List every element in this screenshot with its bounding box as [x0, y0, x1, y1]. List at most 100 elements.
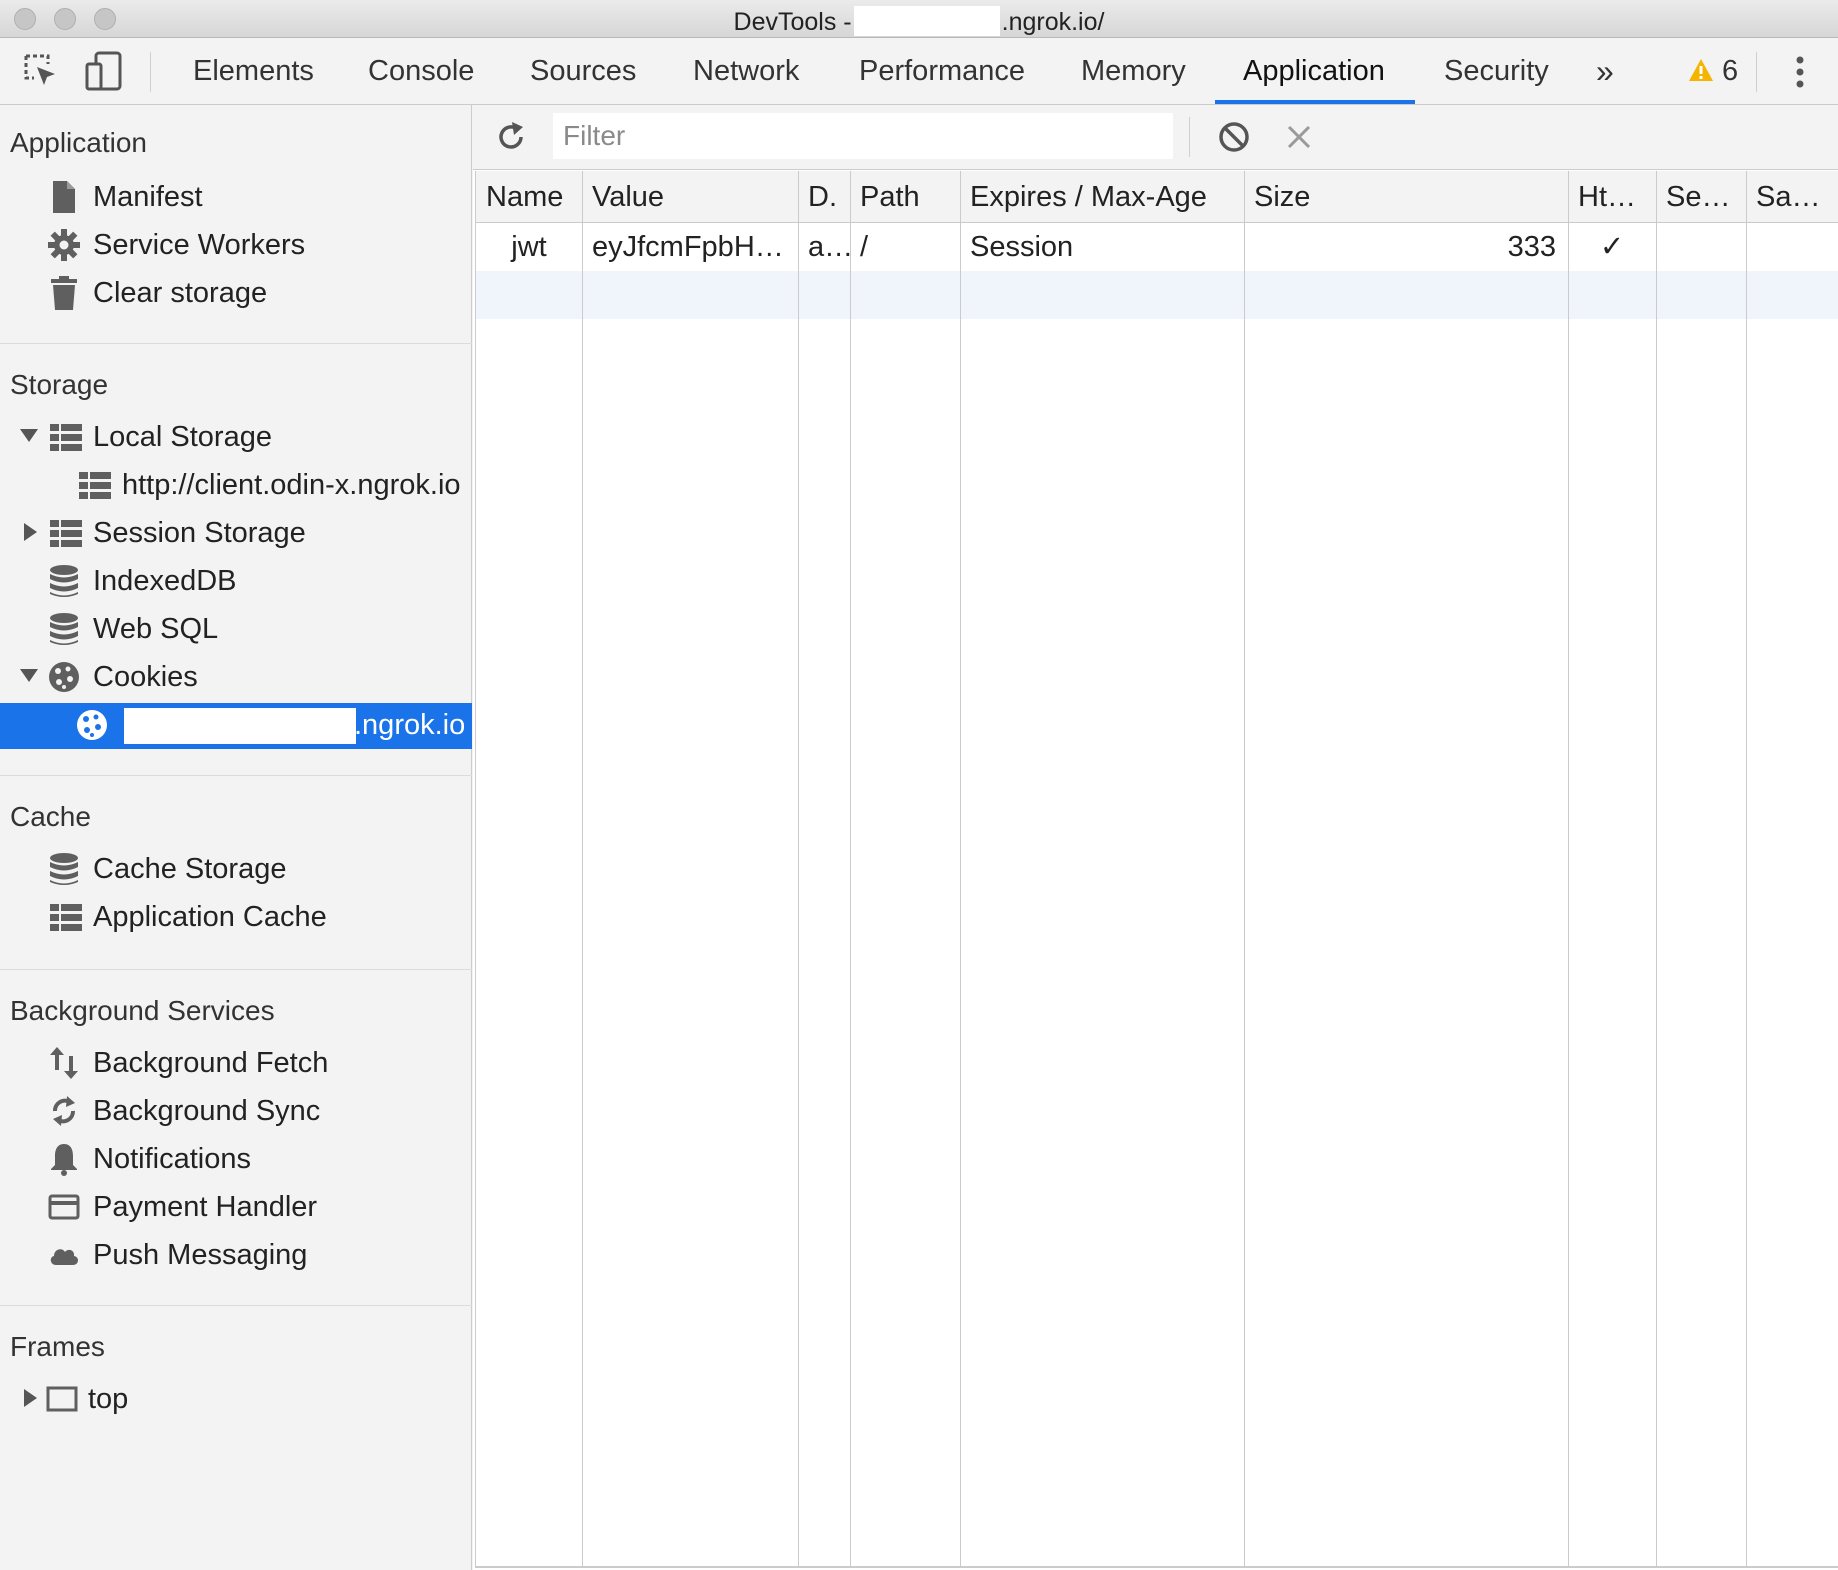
- delete-selected-icon[interactable]: [1285, 123, 1313, 151]
- column-divider[interactable]: [1656, 171, 1657, 1568]
- database-icon: [50, 565, 78, 597]
- frame-icon: [46, 1386, 78, 1412]
- up-down-arrows-icon: [50, 1047, 78, 1079]
- sidebar-item-local-storage-origin[interactable]: http://client.odin-x.ngrok.io: [0, 463, 472, 509]
- column-divider[interactable]: [1244, 171, 1245, 1568]
- column-divider[interactable]: [1568, 171, 1569, 1568]
- filter-input[interactable]: [553, 113, 1173, 159]
- table-grid-icon: [50, 520, 82, 547]
- cookie-icon: [49, 662, 79, 692]
- column-header-samesite[interactable]: Sa…: [1746, 171, 1838, 223]
- cloud-icon: [50, 1249, 79, 1265]
- tab-security[interactable]: Security: [1440, 38, 1553, 105]
- sidebar-item-label: Notifications: [93, 1143, 251, 1175]
- sidebar-item-label: Payment Handler: [93, 1191, 318, 1223]
- tab-memory[interactable]: Memory: [1077, 38, 1190, 105]
- tab-performance[interactable]: Performance: [855, 38, 1029, 105]
- table-bottom-border: [476, 1566, 1838, 1568]
- tab-elements[interactable]: Elements: [189, 38, 318, 105]
- column-header-domain[interactable]: D.: [798, 171, 850, 223]
- column-header-httponly[interactable]: Ht…: [1568, 171, 1656, 223]
- clear-all-icon[interactable]: [1217, 120, 1251, 154]
- sidebar-item-background-fetch[interactable]: Background Fetch: [0, 1041, 472, 1087]
- database-icon: [50, 853, 78, 885]
- section-divider: [0, 969, 472, 970]
- column-header-name[interactable]: Name: [476, 171, 582, 223]
- column-header-path[interactable]: Path: [850, 171, 960, 223]
- cookie-icon: [77, 710, 107, 740]
- column-divider[interactable]: [850, 171, 851, 1568]
- column-divider[interactable]: [1746, 171, 1747, 1568]
- tab-sources[interactable]: Sources: [526, 38, 640, 105]
- sidebar-item-label: Session Storage: [93, 517, 306, 549]
- column-header-expires[interactable]: Expires / Max-Age: [960, 171, 1244, 223]
- window-title-suffix: .ngrok.io/: [1001, 8, 1105, 36]
- sidebar-item-cache-storage[interactable]: Cache Storage: [0, 847, 472, 893]
- sidebar-item-web-sql[interactable]: Web SQL: [0, 607, 472, 653]
- sidebar-item-application-cache[interactable]: Application Cache: [0, 895, 472, 941]
- warning-count[interactable]: 6: [1718, 38, 1742, 105]
- sidebar-item-label: Application Cache: [93, 901, 327, 933]
- cookies-table: Name Value D. Path Expires / Max-Age Siz…: [475, 171, 1838, 1568]
- cell-value: eyJfcmFpbH…: [592, 231, 784, 263]
- sidebar-item-local-storage[interactable]: Local Storage: [0, 415, 472, 461]
- inspect-element-icon[interactable]: [22, 52, 60, 90]
- table-grid-icon: [79, 472, 111, 499]
- column-header-size[interactable]: Size: [1244, 171, 1568, 223]
- section-title-cache: Cache: [10, 801, 91, 832]
- device-toolbar-icon[interactable]: [84, 50, 124, 92]
- expand-arrow-icon[interactable]: [24, 523, 37, 541]
- column-divider[interactable]: [798, 171, 799, 1568]
- cell-secure: [1656, 223, 1746, 271]
- expand-arrow-icon[interactable]: [20, 429, 38, 442]
- refresh-icon[interactable]: [495, 121, 527, 153]
- warning-icon[interactable]: [1688, 58, 1714, 82]
- sidebar-item-label: Cache Storage: [93, 853, 287, 885]
- tab-network[interactable]: Network: [689, 38, 803, 105]
- column-divider[interactable]: [582, 171, 583, 1568]
- sidebar-item-background-sync[interactable]: Background Sync: [0, 1089, 472, 1135]
- table-header: Name Value D. Path Expires / Max-Age Siz…: [476, 171, 1838, 223]
- cell-domain: a…: [808, 231, 850, 263]
- column-header-value[interactable]: Value: [582, 171, 798, 223]
- cell-httponly: ✓: [1599, 231, 1625, 263]
- tab-application[interactable]: Application: [1239, 38, 1389, 105]
- column-divider[interactable]: [960, 171, 961, 1568]
- cookies-toolbar: [473, 105, 1838, 170]
- sidebar-item-notifications[interactable]: Notifications: [0, 1137, 472, 1183]
- sidebar-item-frame-top[interactable]: top: [0, 1377, 472, 1423]
- active-tab-indicator: [1215, 100, 1415, 104]
- sidebar-item-label: Service Workers: [93, 229, 306, 261]
- cell-size: 333: [1507, 231, 1556, 263]
- sidebar-item-label: Web SQL: [93, 613, 219, 645]
- sidebar-item-label: Background Sync: [93, 1095, 321, 1127]
- kebab-menu-icon[interactable]: [1792, 54, 1808, 90]
- sidebar-item-cookies[interactable]: Cookies: [0, 655, 472, 701]
- sidebar-item-label: IndexedDB: [93, 565, 237, 597]
- column-header-secure[interactable]: Se…: [1656, 171, 1746, 223]
- table-row[interactable]: jwt eyJfcmFpbH… a… / Session 333 ✓: [476, 223, 1838, 271]
- sidebar-item-cookies-origin[interactable]: .ngrok.io: [0, 703, 472, 749]
- sidebar-item-clear-storage[interactable]: Clear storage: [0, 271, 472, 317]
- sidebar-item-push-messaging[interactable]: Push Messaging: [0, 1233, 472, 1279]
- sidebar-item-manifest[interactable]: Manifest: [0, 175, 472, 221]
- sidebar-item-session-storage[interactable]: Session Storage: [0, 511, 472, 557]
- application-sidebar: Application Manifest Service Workers Cle…: [0, 105, 472, 1570]
- window-title-prefix: DevTools -: [733, 8, 852, 36]
- section-title-frames: Frames: [10, 1331, 105, 1362]
- sidebar-item-service-workers[interactable]: Service Workers: [0, 223, 472, 269]
- credit-card-icon: [48, 1194, 80, 1220]
- sidebar-item-label: Push Messaging: [93, 1239, 308, 1271]
- expand-arrow-icon[interactable]: [24, 1389, 37, 1407]
- sidebar-item-label: Background Fetch: [93, 1047, 329, 1079]
- sidebar-item-payment-handler[interactable]: Payment Handler: [0, 1185, 472, 1231]
- redacted-host: [853, 6, 1000, 36]
- more-tabs-button[interactable]: »: [1592, 38, 1618, 105]
- sidebar-item-indexeddb[interactable]: IndexedDB: [0, 559, 472, 605]
- expand-arrow-icon[interactable]: [20, 669, 38, 682]
- sidebar-item-label: Manifest: [93, 181, 203, 213]
- window-titlebar: DevTools - .ngrok.io/: [0, 0, 1838, 38]
- sidebar-item-label: Clear storage: [93, 277, 268, 309]
- tab-console[interactable]: Console: [364, 38, 478, 105]
- table-row-empty: [476, 271, 1838, 319]
